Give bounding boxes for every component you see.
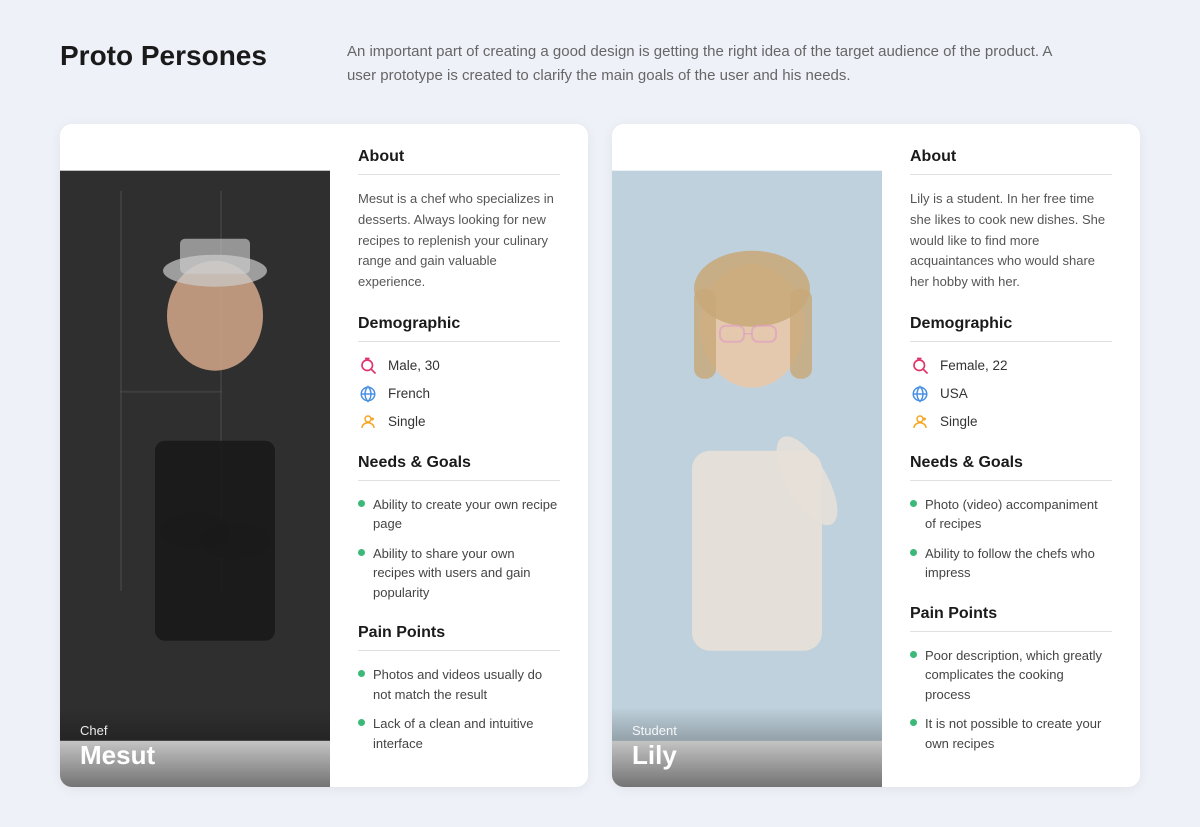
bullet-dot: [358, 549, 365, 556]
demographic-text-2: Single: [388, 414, 426, 429]
pain-title: Pain Points: [358, 624, 560, 642]
section-divider: [358, 650, 560, 651]
demographic-text-2: Single: [940, 414, 978, 429]
demographic-section: Demographic Male, 30 French Single: [358, 315, 560, 432]
demographic-icon-0: [358, 356, 378, 376]
need-text-1: Ability to share your own recipes with u…: [373, 544, 560, 603]
pain-title: Pain Points: [910, 605, 1112, 623]
need-text-1: Ability to follow the chefs who impress: [925, 544, 1112, 583]
demographic-item: Single: [358, 412, 560, 432]
pain-text-0: Poor description, which greatly complica…: [925, 646, 1112, 705]
pain-section: Pain Points Poor description, which grea…: [910, 605, 1112, 754]
bullet-dot: [358, 670, 365, 677]
section-divider: [358, 174, 560, 175]
pain-item: Poor description, which greatly complica…: [910, 646, 1112, 705]
demographic-icon-2: [358, 412, 378, 432]
pain-list: Photos and videos usually do not match t…: [358, 665, 560, 753]
section-divider: [910, 174, 1112, 175]
persona-details: About Mesut is a chef who specializes in…: [330, 124, 588, 787]
persona-label: Student Lily: [612, 707, 882, 787]
needs-list: Photo (video) accompaniment of recipes A…: [910, 495, 1112, 583]
demographic-item: French: [358, 384, 560, 404]
demographic-icon-0: [910, 356, 930, 376]
pain-item: Lack of a clean and intuitive interface: [358, 714, 560, 753]
about-title: About: [358, 148, 560, 166]
demographic-text-0: Male, 30: [388, 358, 440, 373]
demographic-text-1: French: [388, 386, 430, 401]
pain-text-1: It is not possible to create your own re…: [925, 714, 1112, 753]
needs-section: Needs & Goals Photo (video) accompanimen…: [910, 454, 1112, 583]
section-divider: [910, 631, 1112, 632]
about-title: About: [910, 148, 1112, 166]
persona-label: Chef Mesut: [60, 707, 330, 787]
pain-section: Pain Points Photos and videos usually do…: [358, 624, 560, 753]
need-item: Ability to share your own recipes with u…: [358, 544, 560, 603]
section-divider: [358, 480, 560, 481]
needs-list: Ability to create your own recipe page A…: [358, 495, 560, 603]
demographic-item: USA: [910, 384, 1112, 404]
page-title: Proto Persones: [60, 40, 267, 72]
demographic-icon-1: [910, 384, 930, 404]
needs-section: Needs & Goals Ability to create your own…: [358, 454, 560, 603]
bullet-dot: [910, 719, 917, 726]
demographic-item: Single: [910, 412, 1112, 432]
section-divider: [910, 480, 1112, 481]
page-header: Proto Persones An important part of crea…: [60, 40, 1140, 88]
bullet-dot: [910, 651, 917, 658]
need-item: Ability to create your own recipe page: [358, 495, 560, 534]
section-divider: [358, 341, 560, 342]
persona-name: Mesut: [80, 740, 310, 771]
demographic-title: Demographic: [910, 315, 1112, 333]
demographic-text-0: Female, 22: [940, 358, 1008, 373]
about-text: Mesut is a chef who specializes in desse…: [358, 189, 560, 293]
need-item: Ability to follow the chefs who impress: [910, 544, 1112, 583]
needs-title: Needs & Goals: [910, 454, 1112, 472]
bullet-dot: [910, 500, 917, 507]
demographic-text-1: USA: [940, 386, 968, 401]
page-description: An important part of creating a good des…: [347, 40, 1067, 88]
bullet-dot: [358, 500, 365, 507]
pain-item: Photos and videos usually do not match t…: [358, 665, 560, 704]
persona-name: Lily: [632, 740, 862, 771]
needs-title: Needs & Goals: [358, 454, 560, 472]
section-divider: [910, 341, 1112, 342]
demographic-section: Demographic Female, 22 USA Single: [910, 315, 1112, 432]
about-text: Lily is a student. In her free time she …: [910, 189, 1112, 293]
demographic-item: Male, 30: [358, 356, 560, 376]
need-text-0: Photo (video) accompaniment of recipes: [925, 495, 1112, 534]
persona-role: Chef: [80, 723, 310, 738]
persona-role: Student: [632, 723, 862, 738]
persona-image-section: Student Lily: [612, 124, 882, 787]
demographic-icon-1: [358, 384, 378, 404]
need-item: Photo (video) accompaniment of recipes: [910, 495, 1112, 534]
demographic-title: Demographic: [358, 315, 560, 333]
demographic-icon-2: [910, 412, 930, 432]
personas-grid: Chef Mesut About Mesut is a chef who spe…: [60, 124, 1140, 787]
demographic-item: Female, 22: [910, 356, 1112, 376]
bullet-dot: [910, 549, 917, 556]
bullet-dot: [358, 719, 365, 726]
pain-text-0: Photos and videos usually do not match t…: [373, 665, 560, 704]
persona-image-section: Chef Mesut: [60, 124, 330, 787]
pain-list: Poor description, which greatly complica…: [910, 646, 1112, 754]
pain-text-1: Lack of a clean and intuitive interface: [373, 714, 560, 753]
persona-card-lily: Student Lily About Lily is a student. In…: [612, 124, 1140, 787]
pain-item: It is not possible to create your own re…: [910, 714, 1112, 753]
persona-card-mesut: Chef Mesut About Mesut is a chef who spe…: [60, 124, 588, 787]
need-text-0: Ability to create your own recipe page: [373, 495, 560, 534]
persona-details: About Lily is a student. In her free tim…: [882, 124, 1140, 787]
